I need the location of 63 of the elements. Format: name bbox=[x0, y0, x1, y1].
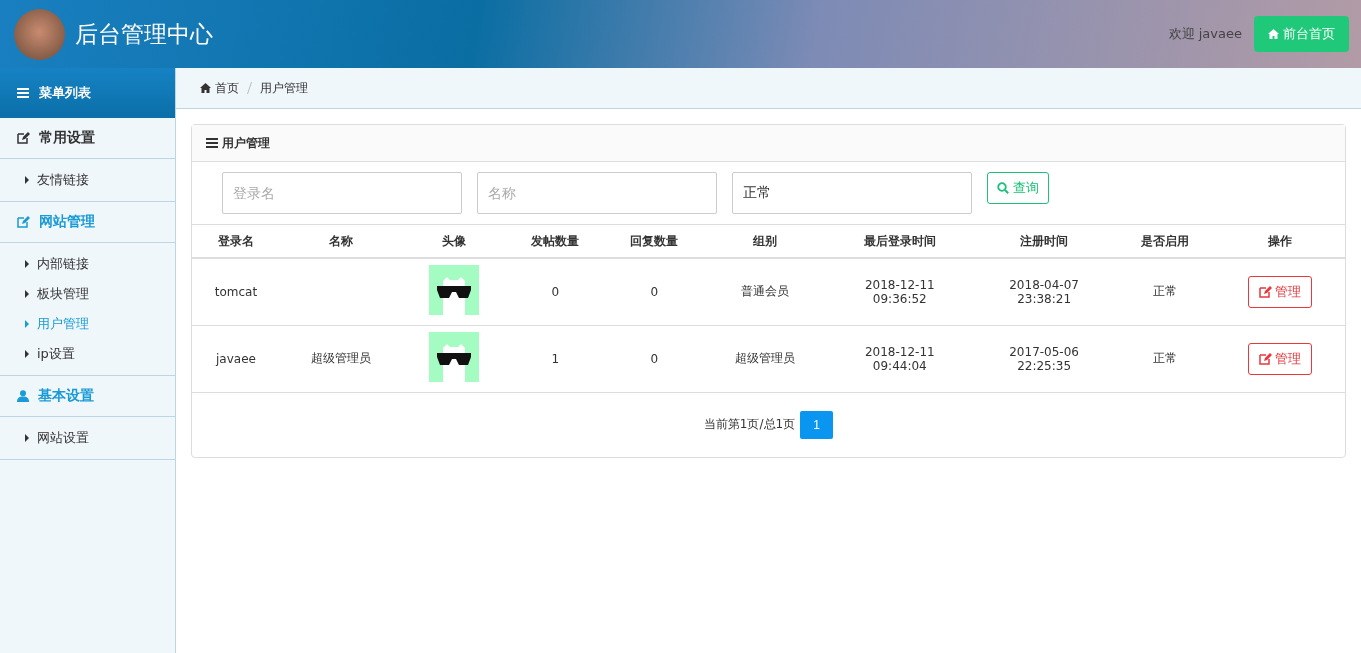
manage-button[interactable]: 管理 bbox=[1247, 342, 1312, 375]
home-icon bbox=[1268, 29, 1279, 39]
panel-header: 用户管理 bbox=[192, 125, 1345, 162]
search-field[interactable]: 名称 bbox=[477, 172, 717, 214]
table-cell: 普通会员 bbox=[741, 284, 790, 299]
page-info: 当前第1页/总1页 bbox=[703, 416, 796, 433]
search-icon bbox=[997, 182, 1009, 194]
table-cell: 2018-12-11 09:44:04 bbox=[864, 344, 935, 373]
edit-icon bbox=[1258, 285, 1272, 298]
table-cell: 正常 bbox=[1152, 351, 1177, 365]
menu-item[interactable]: 板块管理 bbox=[0, 279, 175, 309]
table-cell: 正常 bbox=[1152, 284, 1177, 299]
list-icon bbox=[206, 138, 218, 148]
table-cell: 1 bbox=[551, 351, 560, 366]
manage-button[interactable]: 管理 bbox=[1247, 275, 1312, 308]
column-header: 组别 bbox=[703, 225, 827, 258]
column-header: 发帖数量 bbox=[505, 225, 605, 258]
caret-icon bbox=[25, 176, 29, 184]
list-icon bbox=[17, 88, 29, 98]
column-header: 头像 bbox=[402, 225, 506, 258]
avatar-placeholder bbox=[14, 8, 65, 60]
caret-icon bbox=[25, 320, 29, 328]
site-title: 后台管理中心 bbox=[75, 19, 214, 49]
search-field[interactable]: 正常 bbox=[732, 172, 972, 214]
caret-icon bbox=[25, 260, 29, 268]
column-header: 登录名 bbox=[192, 225, 280, 258]
caret-icon bbox=[25, 434, 29, 442]
table-cell: 2018-12-11 09:36:52 bbox=[864, 277, 935, 306]
user-icon bbox=[17, 390, 29, 402]
column-header: 操作 bbox=[1214, 225, 1345, 258]
menu-group[interactable]: 常用设置 bbox=[0, 118, 175, 159]
welcome-text: 欢迎 javaee bbox=[1168, 25, 1242, 43]
table-cell: 2017-05-06 22:25:35 bbox=[1009, 344, 1079, 373]
table-cell: 0 bbox=[551, 284, 560, 299]
breadcrumb-link[interactable]: 用户管理 bbox=[260, 79, 308, 97]
table-cell: javaee bbox=[216, 351, 256, 366]
column-header: 名称 bbox=[279, 225, 403, 258]
search-field[interactable]: 登录名 bbox=[222, 172, 462, 214]
table-cell: tomcat bbox=[214, 284, 258, 299]
cat-avatar-drawing bbox=[429, 265, 480, 316]
cat-avatar-drawing bbox=[429, 332, 480, 382]
column-header: 注册时间 bbox=[973, 225, 1116, 258]
edit-icon bbox=[1258, 352, 1272, 365]
column-header: 回复数量 bbox=[604, 225, 704, 258]
menu-item[interactable]: 网站设置 bbox=[0, 423, 175, 453]
breadcrumb-link[interactable]: 首页 bbox=[200, 79, 239, 97]
caret-icon bbox=[25, 290, 29, 298]
edit-icon bbox=[17, 216, 30, 228]
caret-icon bbox=[25, 350, 29, 358]
column-header: 最后登录时间 bbox=[826, 225, 974, 258]
menu-item[interactable]: 内部链接 bbox=[0, 249, 175, 279]
table-cell: 超级管理员 bbox=[311, 351, 372, 365]
home-icon bbox=[200, 83, 211, 93]
breadcrumb-separator-icon bbox=[247, 82, 252, 94]
column-header: 是否启用 bbox=[1115, 225, 1215, 258]
menu-item[interactable]: ip设置 bbox=[0, 339, 175, 369]
table-cell: 0 bbox=[650, 351, 659, 366]
table-cell: 2018-04-07 23:38:21 bbox=[1009, 277, 1079, 306]
table-cell: 超级管理员 bbox=[735, 351, 796, 365]
menu-title: 菜单列表 bbox=[0, 68, 175, 118]
menu-item[interactable]: 友情链接 bbox=[0, 165, 175, 195]
table-cell: 0 bbox=[650, 284, 659, 299]
edit-icon bbox=[17, 132, 30, 144]
